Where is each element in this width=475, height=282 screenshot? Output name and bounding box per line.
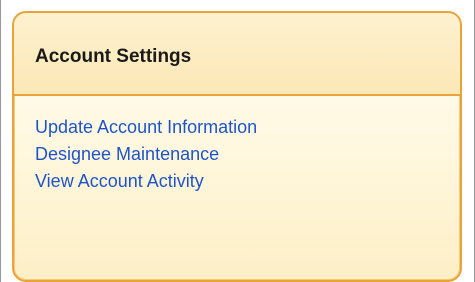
designee-maintenance-link[interactable]: Designee Maintenance	[35, 141, 219, 168]
view-account-activity-link[interactable]: View Account Activity	[35, 168, 204, 195]
page-frame: Account Settings Update Account Informat…	[0, 0, 475, 282]
panel-header: Account Settings	[14, 13, 460, 96]
account-settings-panel: Account Settings Update Account Informat…	[12, 11, 462, 282]
account-links-list: Update Account Information Designee Main…	[14, 96, 460, 195]
update-account-information-link[interactable]: Update Account Information	[35, 114, 257, 141]
panel-title: Account Settings	[35, 45, 192, 67]
